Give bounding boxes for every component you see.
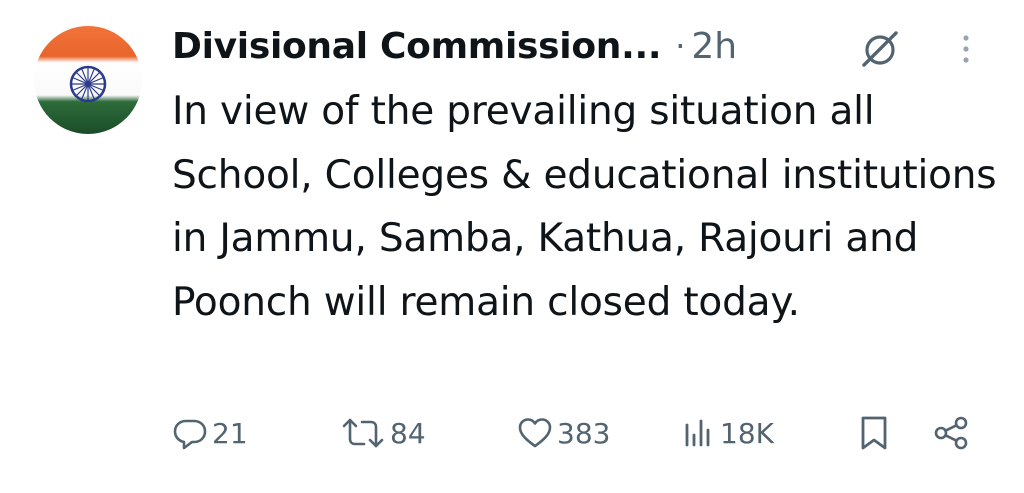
bookmark-button[interactable] — [858, 408, 890, 458]
share-nodes-icon — [934, 416, 968, 450]
more-options-button[interactable] — [956, 30, 976, 70]
repost-arrows-icon — [342, 418, 384, 448]
repost-button[interactable]: 84 — [340, 408, 426, 458]
grok-slash-circle-icon — [862, 31, 898, 67]
post-text: In view of the prevailing situation all … — [172, 89, 997, 325]
bar-chart-icon — [685, 419, 710, 447]
post-timestamp[interactable]: 2h — [691, 26, 737, 67]
post-header: Divisional Commission... · 2h — [172, 18, 737, 74]
heart-icon — [518, 418, 552, 448]
views-button[interactable]: 18K — [682, 408, 774, 458]
share-button[interactable] — [932, 408, 970, 458]
avatar[interactable] — [34, 26, 142, 134]
views-count: 18K — [720, 416, 774, 450]
grok-button[interactable] — [855, 28, 903, 70]
separator-dot: · — [675, 27, 686, 65]
like-button[interactable]: 383 — [517, 408, 610, 458]
reply-count: 21 — [212, 416, 248, 450]
bookmark-icon — [861, 416, 887, 450]
speech-bubble-icon — [173, 419, 207, 450]
action-bar: 21 84 383 18K — [172, 408, 992, 458]
repost-count: 84 — [390, 416, 426, 450]
reply-button[interactable]: 21 — [172, 408, 248, 458]
author-name[interactable]: Divisional Commission... — [172, 26, 662, 67]
vertical-ellipsis-icon — [963, 35, 969, 63]
like-count: 383 — [557, 416, 611, 450]
ashoka-chakra-icon — [69, 65, 107, 103]
